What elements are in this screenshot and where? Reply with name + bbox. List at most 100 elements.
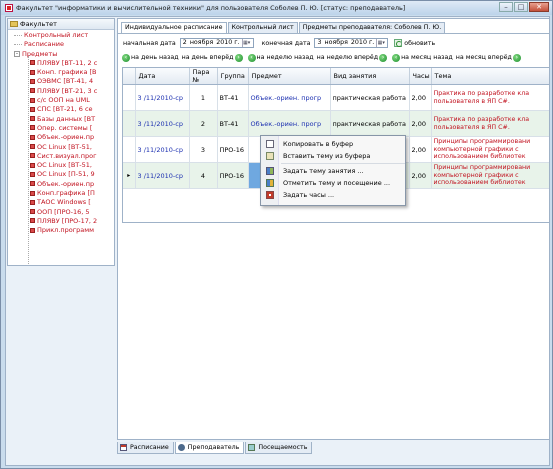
- column-header-pair[interactable]: Пара №: [189, 68, 218, 85]
- column-header-group[interactable]: Группа: [217, 68, 249, 85]
- cell-theme[interactable]: Практика по разработке кла пользователя …: [431, 110, 549, 137]
- day-forward-button[interactable]: на день вперёд ›: [182, 53, 244, 62]
- cell-hours[interactable]: 2,00: [409, 110, 432, 137]
- tab-teacher[interactable]: Преподаватель: [174, 442, 245, 454]
- menu-item-set-theme[interactable]: Задать тему занятия ...: [261, 165, 405, 177]
- subject-icon: [30, 153, 35, 159]
- cell-group[interactable]: ПРО-16: [217, 162, 249, 189]
- sidebar-subject-item[interactable]: ПЛЯВУ [ВТ-21, 3 с: [8, 87, 114, 96]
- day-back-button[interactable]: ‹ на день назад: [121, 53, 179, 62]
- subject-icon: [30, 78, 35, 84]
- cell-theme[interactable]: Практика по разработке кла пользователя …: [431, 84, 549, 111]
- tab-control-sheet[interactable]: Контрольный лист: [227, 22, 298, 33]
- refresh-icon: [394, 39, 403, 47]
- sidebar-subject-item[interactable]: Опер. системы [: [8, 124, 114, 133]
- sidebar-item-control-sheet[interactable]: Контрольный лист: [8, 31, 114, 40]
- arrow-left-icon: ‹: [122, 53, 130, 62]
- week-forward-button[interactable]: на неделю вперёд ›: [317, 53, 388, 62]
- sidebar-subject-item[interactable]: Базы данных [ВТ: [8, 115, 114, 124]
- sidebar-subject-item[interactable]: ОС Linux [ВТ-51,: [8, 161, 114, 170]
- sidebar-subject-item[interactable]: с/с ООП на UML: [8, 96, 114, 105]
- maximize-button[interactable]: □: [514, 2, 528, 12]
- table-header-row: Дата Пара № Группа Предмет Вид занятия Ч…: [123, 68, 549, 85]
- row-selector[interactable]: [123, 84, 136, 111]
- sidebar-root[interactable]: Факультет: [8, 19, 114, 30]
- month-forward-button[interactable]: на месяц вперёд ›: [455, 53, 522, 62]
- sidebar-subject-item[interactable]: ОС Linux [ВТ-51,: [8, 143, 114, 152]
- clock-icon: [266, 191, 274, 199]
- table-row[interactable]: 3 /11/2010-ср 1 ВТ-41 Объек.-ориен. прог…: [123, 84, 549, 111]
- tab-teacher-subjects[interactable]: Предметы преподавателя: Соболев П. Ю.: [298, 22, 446, 33]
- subject-icon: [30, 69, 35, 75]
- cell-group[interactable]: ВТ-41: [217, 84, 249, 111]
- tab-attendance[interactable]: Посещаемость: [245, 442, 313, 454]
- sidebar-subject-item[interactable]: СПС [ВТ-21, 6 се: [8, 105, 114, 114]
- calendar-dropdown-icon[interactable]: ▦▾: [241, 39, 251, 47]
- cell-date[interactable]: 3 /11/2010-ср: [135, 110, 190, 137]
- sidebar-subject-item[interactable]: ПЛЯВУ [ПРО-17, 2: [8, 217, 114, 226]
- sidebar-subject-item[interactable]: Конп. графика [В: [8, 68, 114, 77]
- sidebar-subject-item[interactable]: ОС Linux [П-51, 9: [8, 170, 114, 179]
- start-date-picker[interactable]: 2 ноября 2010 г. ▦▾: [179, 38, 254, 48]
- sidebar-subject-item[interactable]: Прикл.программ: [8, 226, 114, 235]
- column-header-lesson-type[interactable]: Вид занятия: [330, 68, 410, 85]
- sidebar-item-schedule[interactable]: Расписание: [8, 40, 114, 49]
- calendar-dropdown-icon[interactable]: ▦▾: [376, 39, 385, 47]
- cell-theme[interactable]: Принципы программировани компьютерной гр…: [431, 162, 549, 189]
- sidebar-subject-item[interactable]: ПЛЯВУ [ВТ-11, 2 с: [8, 59, 114, 68]
- menu-item-copy[interactable]: Копировать в буфер: [261, 138, 405, 150]
- close-button[interactable]: ✕: [529, 2, 549, 12]
- cell-pair[interactable]: 1: [189, 84, 218, 111]
- sidebar-subject-label: Опер. системы [: [37, 123, 93, 132]
- tab-schedule[interactable]: Расписание: [117, 442, 174, 454]
- subject-icon: [30, 125, 35, 131]
- cell-hours[interactable]: 2,00: [409, 136, 432, 163]
- row-selector[interactable]: [123, 110, 136, 137]
- cell-pair[interactable]: 3: [189, 136, 218, 163]
- sidebar-subject-item[interactable]: Конп.графика [П: [8, 189, 114, 198]
- cell-lesson-type[interactable]: практическая работа: [330, 84, 410, 111]
- sidebar-subject-label: Сист.визуал.прог: [37, 151, 97, 160]
- cell-subject[interactable]: Объек.-ориен. прогр: [248, 110, 331, 137]
- menu-item-set-hours[interactable]: Задать часы ...: [261, 189, 405, 201]
- copy-icon: [266, 140, 274, 148]
- cell-lesson-type[interactable]: практическая работа: [330, 110, 410, 137]
- table-row[interactable]: 3 /11/2010-ср 2 ВТ-41 Объек.-ориен. прог…: [123, 110, 549, 137]
- month-forward-label: на месяц вперёд: [455, 54, 512, 61]
- row-selector[interactable]: [123, 136, 136, 163]
- sidebar-item-subjects[interactable]: – Предметы: [8, 50, 114, 59]
- column-header-subject[interactable]: Предмет: [248, 68, 331, 85]
- cell-theme[interactable]: Принципы программировани компьютерной гр…: [431, 136, 549, 163]
- sidebar-subject-item[interactable]: ОЭВМС [ВТ-41, 4: [8, 77, 114, 86]
- cell-hours[interactable]: 2,00: [409, 162, 432, 189]
- cell-subject[interactable]: Объек.-ориен. прогр: [248, 84, 331, 111]
- column-header-date[interactable]: Дата: [135, 68, 190, 85]
- cell-hours[interactable]: 2,00: [409, 84, 432, 111]
- cell-date[interactable]: 3 /11/2010-ср: [135, 84, 190, 111]
- sidebar-subject-item[interactable]: Объек.-ориен.пр: [8, 180, 114, 189]
- column-header-hours[interactable]: Часы: [409, 68, 432, 85]
- sidebar-subject-item[interactable]: Объек.-ориен.пр: [8, 133, 114, 142]
- subject-icon: [30, 181, 35, 187]
- column-header-theme[interactable]: Тема: [431, 68, 549, 85]
- cell-pair[interactable]: 4: [189, 162, 218, 189]
- cell-pair[interactable]: 2: [189, 110, 218, 137]
- minimize-button[interactable]: –: [499, 2, 513, 12]
- cell-group[interactable]: ПРО-16: [217, 136, 249, 163]
- collapse-toggle-icon[interactable]: –: [14, 50, 20, 57]
- cell-date[interactable]: 3 /11/2010-ср: [135, 136, 190, 163]
- sidebar-subject-item[interactable]: ТАОС Windows [: [8, 198, 114, 207]
- menu-item-mark-attendance[interactable]: Отметить тему и посещение ...: [261, 177, 405, 189]
- end-date-picker[interactable]: 3 ноября 2010 г. ▦▾: [314, 38, 389, 48]
- menu-item-paste-theme[interactable]: Вставить тему из буфера: [261, 150, 405, 162]
- cell-date[interactable]: 3 /11/2010-ср: [135, 162, 190, 189]
- week-back-button[interactable]: ‹ на неделю назад: [247, 53, 314, 62]
- sidebar-item-label: Расписание: [24, 40, 64, 49]
- sidebar-subject-item[interactable]: Сист.визуал.прог: [8, 152, 114, 161]
- row-selector[interactable]: ▸: [123, 162, 136, 189]
- cell-group[interactable]: ВТ-41: [217, 110, 249, 137]
- sidebar-subject-item[interactable]: ООП [ПРО-16, 5: [8, 208, 114, 217]
- refresh-button[interactable]: обновить: [394, 39, 435, 47]
- month-back-button[interactable]: ‹ на месяц назад: [391, 53, 453, 62]
- user-icon: [177, 444, 185, 451]
